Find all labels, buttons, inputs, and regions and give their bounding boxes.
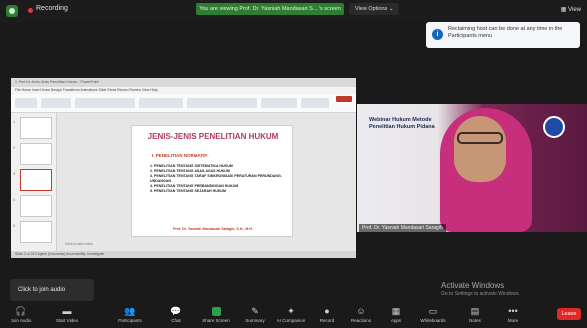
slide-list: 1. PENELITIAN TENTANG SISTEMATIKA HUKUM … — [150, 164, 288, 194]
clipboard-group — [15, 98, 37, 108]
thumb-number: 4 — [13, 197, 16, 202]
speaker-face — [454, 116, 506, 182]
view-label: View — [568, 7, 581, 13]
thumb-number: 2 — [13, 145, 16, 150]
watermark-subtitle: Go to Settings to activate Windows. — [441, 291, 520, 297]
toolbar-label: More — [507, 318, 519, 323]
recording-label[interactable]: Recording — [36, 5, 68, 12]
ai-companion-button[interactable]: ✦ AI Companion — [272, 305, 310, 325]
video-off-icon: ▬ — [62, 306, 72, 316]
toolbar-label: Chat — [171, 318, 181, 323]
view-options-button[interactable]: View Options ⌄ — [349, 3, 400, 15]
powerpoint-workspace: 1 2 3 4 5 JENIS-JENIS PENELITIAN HUKUM I… — [11, 113, 356, 251]
apps-icon: ▦ — [391, 306, 401, 316]
slide-thumbnail-active — [20, 169, 52, 191]
university-logo — [543, 116, 565, 138]
paragraph-group — [139, 98, 183, 108]
toolbar-label: AI Companion — [276, 318, 306, 323]
leave-button[interactable]: Leave — [557, 308, 581, 320]
powerpoint-status-bar: Slide 3 of 24 English (Indonesia) Access… — [11, 251, 356, 258]
participants-icon: 👥 — [124, 306, 136, 316]
slide-thumbnail — [20, 195, 52, 217]
slide-list-item: 5. PENELITIAN TENTANG SEJARAH HUKUM — [150, 189, 227, 193]
notes-hint: Click to add notes — [65, 242, 93, 246]
slide-thumbnail — [20, 221, 52, 243]
screen-share-banner: You are viewing Prof. Dr. Yasniah Mandas… — [196, 3, 344, 15]
meeting-top-bar: Recording You are viewing Prof. Dr. Yasn… — [0, 0, 587, 22]
notification-text: Reclaiming host can be done at any time … — [448, 26, 563, 39]
view-grid-icon: ▦ — [560, 7, 567, 13]
reactions-icon: ☺ — [356, 306, 366, 316]
summary-icon: ✎ — [251, 306, 259, 316]
shared-screen: 1. Pert Ke Jenis-Jenis Penelitian Hukum … — [11, 78, 356, 258]
chat-icon: 💬 — [170, 306, 182, 316]
headphones-icon: 🎧 — [15, 306, 27, 316]
whiteboards-button[interactable]: ▭ Whiteboards — [414, 305, 452, 325]
drawing-group — [187, 98, 257, 108]
toolbar-label: Apps — [390, 318, 402, 323]
toolbar-label: Start Video — [55, 318, 79, 323]
slide-thumbnail — [20, 117, 52, 139]
toolbar-label: Join Audio — [10, 318, 32, 323]
toolbar-label: Participants — [118, 318, 142, 323]
apps-button[interactable]: ▦ Apps — [377, 305, 415, 325]
toolbar-label: Whiteboards — [420, 318, 446, 323]
speaker-video-tile[interactable]: Webinar Hukum Metode Penelitian Hukum Pi… — [357, 104, 587, 232]
speaker-glasses — [457, 132, 503, 144]
host-reclaim-notification: i Reclaiming host can be done at any tim… — [426, 22, 580, 48]
meeting-toolbar: 🎧 Join Audio ▬ Start Video 👥 Participant… — [0, 303, 587, 328]
record-button[interactable]: ● Record — [308, 305, 346, 325]
share-screen-icon — [197, 305, 235, 317]
thumb-number: 5 — [13, 223, 16, 228]
designer-group — [301, 98, 329, 108]
view-options-label: View Options — [355, 6, 388, 12]
powerpoint-title-bar: 1. Pert Ke Jenis-Jenis Penelitian Hukum … — [11, 78, 356, 87]
info-icon: i — [432, 29, 443, 40]
powerpoint-ribbon — [11, 94, 356, 113]
activate-windows-watermark: Activate Windows Go to Settings to activ… — [441, 281, 520, 297]
more-icon: ••• — [508, 306, 518, 316]
toolbar-label: Reactions — [350, 318, 371, 323]
chat-button[interactable]: 💬 Chat — [157, 305, 195, 325]
whiteboards-icon: ▭ — [428, 306, 438, 316]
share-screen-button[interactable]: Share Screen — [197, 305, 235, 325]
slides-group — [41, 98, 71, 108]
share-button — [336, 96, 352, 102]
record-icon: ● — [324, 306, 330, 316]
notes-button[interactable]: ▤ Notes — [456, 305, 494, 325]
reactions-button[interactable]: ☺ Reactions — [342, 305, 380, 325]
slide-title: JENIS-JENIS PENELITIAN HUKUM — [147, 132, 279, 141]
participant-name-label: Prof. Dr. Yasniah Mandasari Saragih — [359, 224, 446, 232]
start-video-button[interactable]: ▬ Start Video — [48, 305, 86, 325]
slide-subtitle: I. PENELITIAN NORMATIF: — [152, 153, 209, 158]
toolbar-label: Summary — [245, 318, 265, 323]
summary-button[interactable]: ✎ Summary — [236, 305, 274, 325]
notes-icon: ▤ — [470, 306, 480, 316]
powerpoint-ribbon-tabs: File Home Insert Draw Design Transitions… — [11, 87, 356, 94]
slide-author: Prof. Dr. Yasniah Mandasari Saragih, S.H… — [172, 227, 254, 231]
toolbar-label: Record — [319, 318, 335, 323]
ai-companion-icon: ✦ — [287, 306, 295, 316]
font-group — [75, 98, 135, 108]
slide-list-item: 3. PENELITIAN TENTANG TARAF SINKRONISASI… — [150, 174, 282, 183]
thumb-number: 3 — [13, 171, 16, 176]
slide-canvas: JENIS-JENIS PENELITIAN HUKUM I. PENELITI… — [131, 125, 293, 237]
more-button[interactable]: ••• More — [494, 305, 532, 325]
view-button[interactable]: ▦ View — [561, 6, 581, 13]
slide-thumbnails: 1 2 3 4 5 — [11, 113, 57, 251]
recording-dot-icon — [28, 8, 33, 13]
slide-thumbnail — [20, 143, 52, 165]
virtual-background-text: Webinar Hukum Metode Penelitian Hukum Pi… — [369, 117, 435, 130]
participants-button[interactable]: 👥 Participants — [111, 305, 149, 325]
chevron-down-icon: ⌄ — [388, 6, 394, 12]
join-audio-tooltip: Click to join audio — [10, 279, 94, 301]
toolbar-label: Share Screen — [202, 318, 230, 323]
editing-group — [261, 98, 297, 108]
toolbar-label: Notes — [469, 318, 481, 323]
join-audio-button[interactable]: 🎧 Join Audio — [2, 305, 40, 325]
watermark-title: Activate Windows — [441, 281, 505, 290]
thumb-number: 1 — [13, 119, 16, 124]
security-shield-icon[interactable] — [6, 5, 18, 17]
